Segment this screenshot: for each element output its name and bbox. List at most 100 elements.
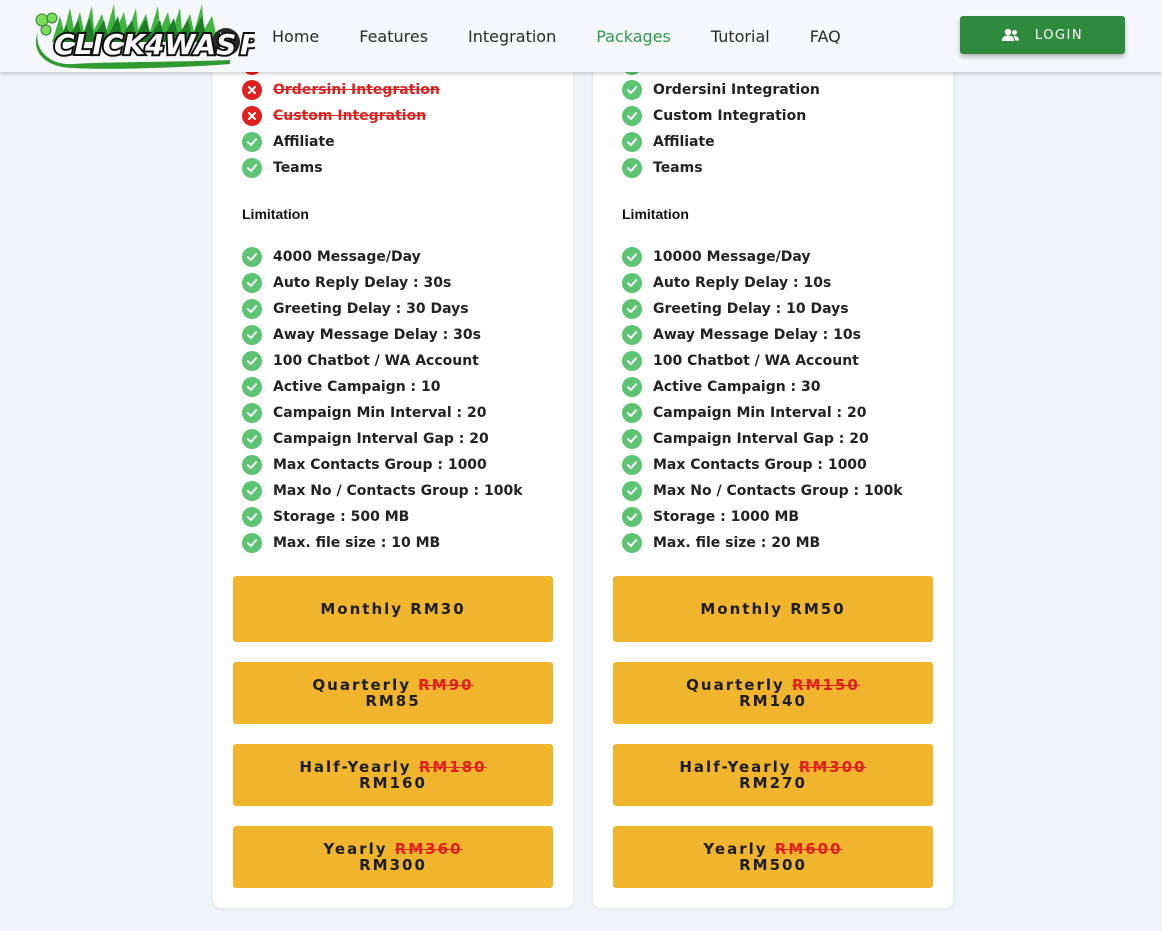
limit-item: Max. file size : 10 MB [242, 532, 440, 554]
price-amount: RM160 [359, 774, 427, 792]
limit-item: Away Message Delay : 10s [622, 324, 861, 346]
feature-label: Ordersini Integration [273, 82, 440, 98]
limit-label: Greeting Delay : 30 Days [273, 301, 469, 317]
svg-text:CLICK4WAS: CLICK4WAS [54, 28, 236, 61]
nav-faq[interactable]: FAQ [810, 27, 841, 46]
price-line: Yearly RM360 [323, 841, 462, 857]
price-amount: RM300 [359, 856, 427, 874]
limit-item: Max Contacts Group : 1000 [622, 454, 867, 476]
limit-item: Campaign Interval Gap : 20 [242, 428, 489, 450]
price-button-half-yearly[interactable]: Half-Yearly RM300 RM270 [613, 744, 933, 806]
limit-item: Greeting Delay : 10 Days [622, 298, 849, 320]
check-circle-icon [622, 325, 642, 345]
limit-label: Active Campaign : 10 [273, 379, 441, 395]
price-original: RM300 [798, 758, 867, 776]
price-button-yearly[interactable]: Yearly RM360 RM300 [233, 826, 553, 888]
limit-item: Greeting Delay : 30 Days [242, 298, 469, 320]
login-button[interactable]: LOGIN [960, 16, 1125, 54]
limit-item: Max No / Contacts Group : 100k [622, 480, 903, 502]
nav-home[interactable]: Home [272, 27, 319, 46]
limit-item: Active Campaign : 10 [242, 376, 441, 398]
price-button-yearly[interactable]: Yearly RM600 RM500 [613, 826, 933, 888]
feature-item: Affiliate [622, 131, 715, 153]
price-amount: RM85 [365, 692, 421, 710]
check-circle-icon [622, 132, 642, 152]
check-circle-icon [622, 299, 642, 319]
feature-label: Teams [653, 160, 703, 176]
feature-label: Teams [273, 160, 323, 176]
check-circle-icon [242, 403, 262, 423]
nav-packages[interactable]: Packages [596, 27, 671, 46]
feature-item: Affiliate [242, 131, 335, 153]
click4wasap-logo[interactable]: CLICK4WAS P [30, 2, 255, 70]
check-circle-icon [622, 455, 642, 475]
logo-lettering: CLICK4WAS P [52, 26, 255, 63]
limit-item: Auto Reply Delay : 30s [242, 272, 451, 294]
price-line: Monthly RM30 [320, 601, 465, 617]
price-button-monthly[interactable]: Monthly RM30 [233, 576, 553, 642]
price-button-quarterly[interactable]: Quarterly RM150 RM140 [613, 662, 933, 724]
nav-integration[interactable]: Integration [468, 27, 556, 46]
check-circle-icon [242, 273, 262, 293]
limit-label: Max No / Contacts Group : 100k [273, 483, 523, 499]
price-amount: RM270 [739, 774, 807, 792]
limit-item: Active Campaign : 30 [622, 376, 821, 398]
limitation-heading: Limitation [242, 206, 309, 222]
check-circle-icon [622, 158, 642, 178]
check-circle-icon [242, 455, 262, 475]
limitation-heading: Limitation [622, 206, 689, 222]
nav-features[interactable]: Features [359, 27, 428, 46]
check-circle-icon [242, 481, 262, 501]
price-original: RM180 [418, 758, 487, 776]
price-line: Quarterly RM150 [686, 677, 860, 693]
feature-label: Affiliate [273, 134, 335, 150]
limit-label: Storage : 500 MB [273, 509, 410, 525]
price-button-half-yearly[interactable]: Half-Yearly RM180 RM160 [233, 744, 553, 806]
check-circle-icon [242, 158, 262, 178]
price-amount: RM140 [739, 692, 807, 710]
price-period: Monthly [700, 600, 784, 618]
limit-label: Away Message Delay : 30s [273, 327, 481, 343]
limit-item: 10000 Message/Day [622, 246, 811, 268]
check-circle-icon [242, 351, 262, 371]
check-circle-icon [622, 273, 642, 293]
feature-item: Teams [622, 157, 703, 179]
check-circle-icon [622, 247, 642, 267]
limit-label: 100 Chatbot / WA Account [273, 353, 479, 369]
feature-item: Teams [242, 157, 323, 179]
feature-item: Ordersini Integration [242, 79, 440, 101]
limit-label: Campaign Interval Gap : 20 [653, 431, 869, 447]
feature-item: Ordersini Integration [622, 79, 820, 101]
limit-label: Away Message Delay : 10s [653, 327, 861, 343]
price-line: Quarterly RM90 [312, 677, 473, 693]
svg-text:P: P [240, 28, 255, 61]
check-circle-icon [242, 429, 262, 449]
limit-item: Away Message Delay : 30s [242, 324, 481, 346]
limit-label: Max No / Contacts Group : 100k [653, 483, 903, 499]
users-icon [1001, 28, 1019, 41]
price-button-monthly[interactable]: Monthly RM50 [613, 576, 933, 642]
check-circle-icon [622, 403, 642, 423]
limit-label: Campaign Min Interval : 20 [653, 405, 867, 421]
feature-label: Affiliate [653, 134, 715, 150]
limit-label: Storage : 1000 MB [653, 509, 800, 525]
package-card-basic: Ordersini Integration Custom Integration A… [213, 40, 573, 908]
check-circle-icon [622, 507, 642, 527]
limit-label: Greeting Delay : 10 Days [653, 301, 849, 317]
limit-label: Active Campaign : 30 [653, 379, 821, 395]
package-card-pro: Ordersini Integration Custom Integration A… [593, 40, 953, 908]
limit-item: Campaign Min Interval : 20 [622, 402, 866, 424]
price-button-quarterly[interactable]: Quarterly RM90 RM85 [233, 662, 553, 724]
nav-tutorial[interactable]: Tutorial [711, 27, 770, 46]
feature-label: Custom Integration [273, 108, 427, 124]
limit-item: Campaign Min Interval : 20 [242, 402, 486, 424]
limit-label: Auto Reply Delay : 30s [273, 275, 452, 291]
price-amount: RM50 [790, 600, 846, 618]
price-line: Monthly RM50 [700, 601, 845, 617]
feature-label: Ordersini Integration [653, 82, 820, 98]
limit-label: Campaign Min Interval : 20 [273, 405, 487, 421]
feature-label: Custom Integration [653, 108, 807, 124]
limit-item: Storage : 1000 MB [622, 506, 799, 528]
limit-item: Max No / Contacts Group : 100k [242, 480, 523, 502]
x-circle-icon [242, 106, 262, 126]
